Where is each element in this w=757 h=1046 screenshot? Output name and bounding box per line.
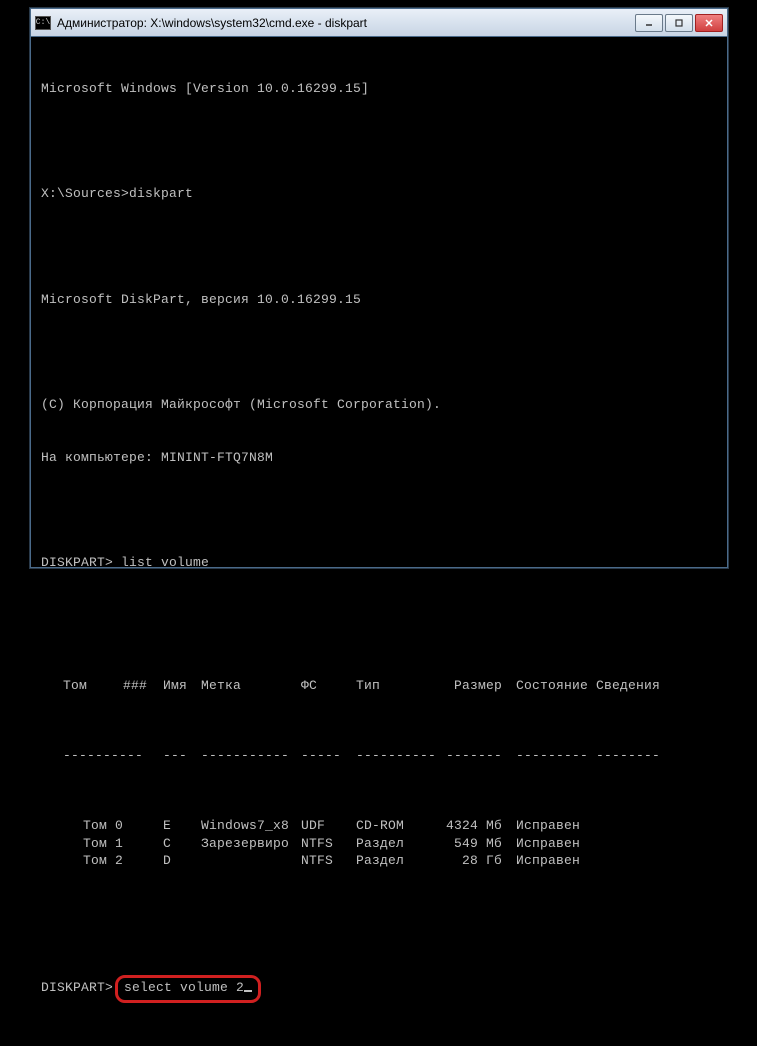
cmd-window: C:\ Администратор: X:\windows\system32\c… bbox=[30, 8, 728, 568]
cmd-icon: C:\ bbox=[35, 16, 51, 30]
diskpart-version: Microsoft DiskPart, версия 10.0.16299.15 bbox=[41, 291, 717, 309]
version-line: Microsoft Windows [Version 10.0.16299.15… bbox=[41, 80, 717, 98]
minimize-button[interactable] bbox=[635, 14, 663, 32]
col-fs: ФС bbox=[301, 677, 356, 695]
prompt-line: X:\Sources>diskpart bbox=[41, 185, 717, 203]
copyright-line: (C) Корпорация Майкрософт (Microsoft Cor… bbox=[41, 396, 717, 414]
prompt-command: diskpart bbox=[129, 186, 193, 201]
col-info: Сведения bbox=[596, 677, 660, 695]
blank-line bbox=[41, 922, 717, 940]
computer-line: На компьютере: MININT-FTQ7N8M bbox=[41, 449, 717, 467]
blank-line bbox=[41, 501, 717, 519]
blank-line bbox=[41, 607, 717, 625]
volume-table-body: Том 0EWindows7_x8UDFCD-ROM4324 МбИсправе… bbox=[41, 817, 717, 870]
maximize-button[interactable] bbox=[665, 14, 693, 32]
diskpart-prompt: DISKPART> bbox=[41, 980, 121, 995]
table-row: Том 0EWindows7_x8UDFCD-ROM4324 МбИсправе… bbox=[41, 817, 717, 835]
col-type: Тип bbox=[356, 677, 446, 695]
titlebar[interactable]: C:\ Администратор: X:\windows\system32\c… bbox=[31, 9, 727, 37]
blank-line bbox=[41, 133, 717, 151]
table-row: Том 1CЗарезервироNTFSРаздел549 МбИсправе… bbox=[41, 835, 717, 853]
prompt-command: list volume bbox=[121, 555, 209, 570]
window-title: Администратор: X:\windows\system32\cmd.e… bbox=[57, 16, 635, 30]
terminal-output[interactable]: Microsoft Windows [Version 10.0.16299.15… bbox=[31, 37, 727, 1046]
cursor-icon bbox=[244, 990, 252, 992]
command-highlight: select volume 2 bbox=[115, 975, 261, 1003]
blank-line bbox=[41, 238, 717, 256]
close-button[interactable] bbox=[695, 14, 723, 32]
prompt-line: DISKPART> list volume bbox=[41, 554, 717, 572]
col-tom: Том bbox=[63, 677, 123, 695]
prompt-command: select volume 2 bbox=[124, 980, 244, 995]
col-size: Размер bbox=[446, 677, 516, 695]
table-underline: ---------- --- ----------- ----- -------… bbox=[41, 747, 717, 765]
col-name: Имя bbox=[163, 677, 201, 695]
prompt-path: X:\Sources> bbox=[41, 186, 129, 201]
window-controls bbox=[635, 14, 723, 32]
table-row: Том 2DNTFSРаздел28 ГбИсправен bbox=[41, 852, 717, 870]
prompt-line: DISKPART> select volume 2 bbox=[41, 975, 717, 1003]
col-num: ### bbox=[123, 677, 163, 695]
volume-table-header: Том ### Имя Метка ФС Тип Размер Состояни… bbox=[41, 677, 717, 695]
blank-line bbox=[41, 343, 717, 361]
col-state: Состояние bbox=[516, 677, 596, 695]
diskpart-prompt: DISKPART> bbox=[41, 555, 121, 570]
col-label: Метка bbox=[201, 677, 301, 695]
